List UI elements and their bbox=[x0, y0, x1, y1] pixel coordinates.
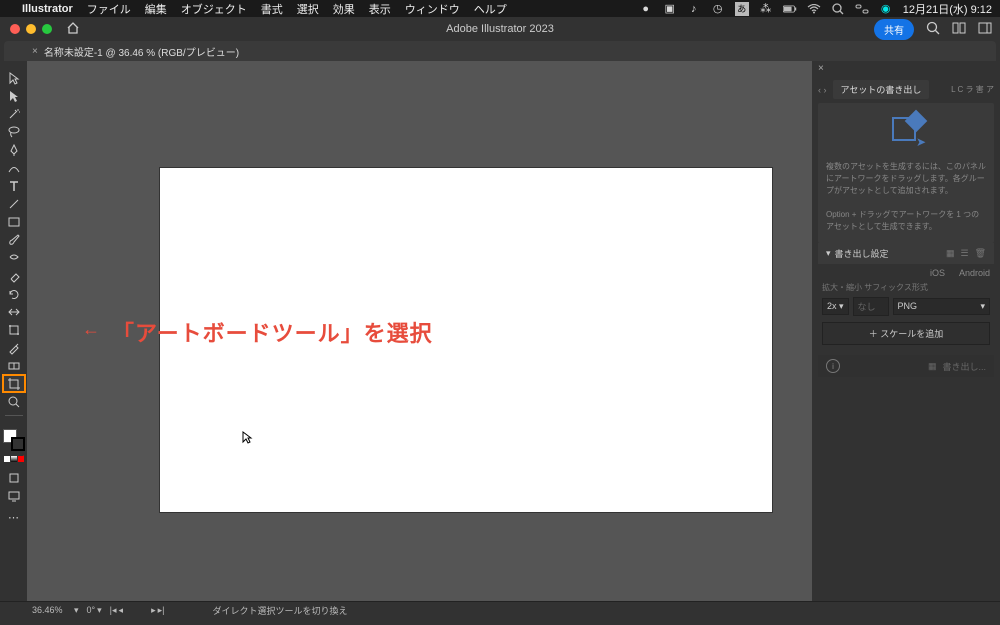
zoom-tool[interactable] bbox=[3, 393, 25, 410]
export-settings-header[interactable]: ▾ 書き出し設定 ▦ ☰ 🗑 bbox=[818, 243, 994, 264]
selection-tool[interactable] bbox=[3, 69, 25, 86]
status-battery-icon[interactable] bbox=[783, 2, 797, 16]
annotation-arrow: ← bbox=[82, 319, 100, 340]
gradient-tool[interactable] bbox=[3, 357, 25, 374]
draw-mode-button[interactable] bbox=[3, 469, 25, 486]
tool-panel: ⋯ bbox=[0, 61, 27, 601]
status-bar: 36.46%▾ 0°▾ |◂◂▸▸| ダイレクト選択ツールを切り換え bbox=[0, 601, 1000, 618]
share-button[interactable]: 共有 bbox=[874, 19, 914, 40]
format-select[interactable]: PNG▾ bbox=[893, 298, 990, 315]
macos-menubar: Illustrator ファイル 編集 オブジェクト 書式 選択 効果 表示 ウ… bbox=[0, 0, 1000, 17]
document-tab[interactable]: 名称未設定-1 @ 36.46 % (RGB/プレビュー) bbox=[44, 44, 239, 59]
list-view-icon[interactable]: ☰ bbox=[960, 248, 968, 259]
status-hint: ダイレクト選択ツールを切り換え bbox=[212, 604, 347, 617]
search-button[interactable] bbox=[926, 21, 940, 38]
scale-suffix-label: 拡大・縮小 サフィックス形式 bbox=[812, 282, 1000, 293]
menu-object[interactable]: オブジェクト bbox=[181, 1, 247, 17]
status-wifi-icon[interactable] bbox=[807, 2, 821, 16]
menu-window[interactable]: ウィンドウ bbox=[405, 1, 460, 17]
screen-mode-button[interactable] bbox=[3, 487, 25, 504]
scale-select[interactable]: 2x ▾ bbox=[822, 298, 849, 315]
tab-close-button[interactable]: × bbox=[32, 46, 38, 57]
stroke-swatch[interactable] bbox=[11, 437, 25, 451]
status-search-icon[interactable] bbox=[831, 2, 845, 16]
menu-edit[interactable]: 編集 bbox=[145, 1, 167, 17]
status-controlcenter-icon[interactable] bbox=[855, 2, 869, 16]
type-tool[interactable] bbox=[3, 177, 25, 194]
panel-tab-shortcuts[interactable]: L C ラ 害 ア bbox=[951, 84, 994, 95]
eraser-tool[interactable] bbox=[3, 267, 25, 284]
menu-help[interactable]: ヘルプ bbox=[474, 1, 507, 17]
annotation-text: 「アートボードツール」を選択 bbox=[112, 316, 433, 348]
cursor-icon bbox=[242, 431, 254, 448]
asset-export-icon: ➤ bbox=[888, 113, 924, 143]
info-icon[interactable]: i bbox=[826, 359, 840, 373]
status-airplay-icon[interactable]: ▣ bbox=[663, 2, 677, 16]
trash-icon[interactable]: 🗑 bbox=[975, 248, 986, 259]
window-maximize-button[interactable] bbox=[42, 24, 52, 34]
export-settings-label: 書き出し設定 bbox=[835, 247, 889, 260]
fill-stroke-swatch[interactable] bbox=[3, 429, 25, 451]
canvas[interactable]: ← 「アートボードツール」を選択 bbox=[27, 61, 812, 601]
app-titlebar: Adobe Illustrator 2023 共有 bbox=[0, 17, 1000, 41]
document-tabbar: × 名称未設定-1 @ 36.46 % (RGB/プレビュー) bbox=[4, 41, 996, 61]
magic-wand-tool[interactable] bbox=[3, 105, 25, 122]
window-minimize-button[interactable] bbox=[26, 24, 36, 34]
workspace-button[interactable] bbox=[978, 21, 992, 38]
right-panel: × ‹ › アセットの書き出し L C ラ 害 ア ➤ 複数のアセットを生成する… bbox=[812, 61, 1000, 601]
shaper-tool[interactable] bbox=[3, 249, 25, 266]
direct-selection-tool[interactable] bbox=[3, 87, 25, 104]
zoom-level[interactable]: 36.46%▾ bbox=[32, 605, 79, 616]
status-piano-icon[interactable]: ♪ bbox=[687, 2, 701, 16]
width-tool[interactable] bbox=[3, 303, 25, 320]
asset-export-hint1: 複数のアセットを生成するには、このパネルにアートワークをドラッグします。各グルー… bbox=[826, 161, 986, 197]
status-datetime[interactable]: 12月21日(水) 9:12 bbox=[903, 1, 992, 17]
panel-tab-asset-export[interactable]: アセットの書き出し bbox=[833, 80, 930, 99]
lasso-tool[interactable] bbox=[3, 123, 25, 140]
menu-select[interactable]: 選択 bbox=[297, 1, 319, 17]
artboard-tool[interactable] bbox=[3, 375, 25, 392]
status-input-icon[interactable]: あ bbox=[735, 2, 749, 16]
app-title: Adobe Illustrator 2023 bbox=[446, 23, 554, 35]
menu-file[interactable]: ファイル bbox=[87, 1, 131, 17]
export-button[interactable]: 書き出し... bbox=[942, 360, 986, 373]
eyedropper-tool[interactable] bbox=[3, 339, 25, 356]
arrange-docs-button[interactable] bbox=[952, 21, 966, 38]
curvature-tool[interactable] bbox=[3, 159, 25, 176]
pen-tool[interactable] bbox=[3, 141, 25, 158]
status-clock-icon[interactable]: ◷ bbox=[711, 2, 725, 16]
panel-close-button[interactable]: × bbox=[812, 61, 830, 76]
color-mode-buttons[interactable] bbox=[4, 456, 24, 462]
edit-toolbar-button[interactable]: ⋯ bbox=[3, 509, 25, 526]
panel-collapse-icon[interactable]: ‹ › bbox=[818, 85, 827, 95]
status-line-icon[interactable]: ● bbox=[639, 2, 653, 16]
rotation-level[interactable]: 0°▾ bbox=[87, 605, 102, 616]
free-transform-tool[interactable] bbox=[3, 321, 25, 338]
menu-type[interactable]: 書式 bbox=[261, 1, 283, 17]
line-tool[interactable] bbox=[3, 195, 25, 212]
home-button[interactable] bbox=[66, 21, 80, 38]
rectangle-tool[interactable] bbox=[3, 213, 25, 230]
add-scale-button[interactable]: ＋ スケールを追加 bbox=[822, 322, 990, 345]
menu-effect[interactable]: 効果 bbox=[333, 1, 355, 17]
rotate-tool[interactable] bbox=[3, 285, 25, 302]
grid-view-icon[interactable]: ▦ bbox=[946, 248, 955, 259]
window-close-button[interactable] bbox=[10, 24, 20, 34]
status-siri-icon[interactable]: ◉ bbox=[879, 2, 893, 16]
artboard-nav[interactable]: |◂◂▸▸| bbox=[110, 605, 165, 616]
app-name[interactable]: Illustrator bbox=[22, 3, 73, 15]
platform-ios[interactable]: iOS bbox=[930, 268, 945, 278]
platform-android[interactable]: Android bbox=[959, 268, 990, 278]
paintbrush-tool[interactable] bbox=[3, 231, 25, 248]
export-grid-icon[interactable]: ▦ bbox=[928, 361, 937, 372]
status-bluetooth-icon[interactable]: ⁂ bbox=[759, 2, 773, 16]
tool-divider bbox=[5, 415, 23, 416]
chevron-down-icon: ▾ bbox=[826, 248, 831, 259]
suffix-field[interactable]: なし bbox=[853, 297, 889, 316]
menu-view[interactable]: 表示 bbox=[369, 1, 391, 17]
asset-export-hint2: Option + ドラッグでアートワークを 1 つのアセットとして生成できます。 bbox=[826, 209, 986, 233]
